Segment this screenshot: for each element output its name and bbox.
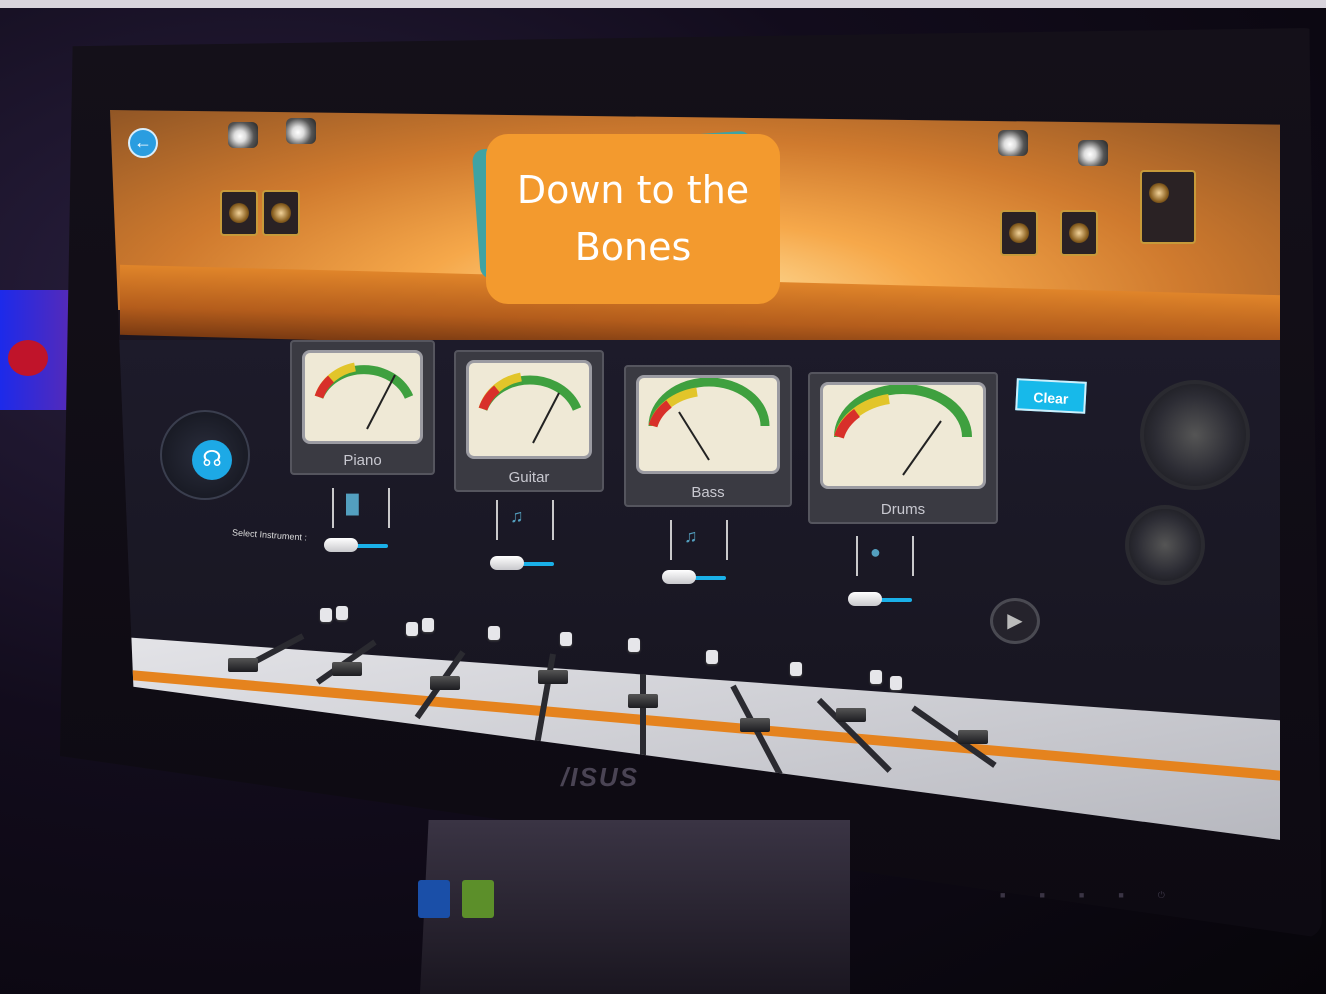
piano-toggle[interactable] bbox=[324, 538, 390, 552]
hardware-button[interactable]: ■ bbox=[1039, 890, 1044, 901]
spotlight-icon bbox=[286, 118, 316, 144]
vu-meter-gauge-icon bbox=[648, 378, 770, 461]
mixer-knob[interactable] bbox=[870, 670, 882, 684]
guitar-toggle[interactable] bbox=[490, 556, 556, 570]
mixer-knob[interactable] bbox=[336, 606, 348, 620]
hardware-button[interactable]: ■ bbox=[1000, 890, 1005, 901]
mixer-fader[interactable] bbox=[228, 658, 258, 672]
nvidia-sticker bbox=[462, 880, 494, 918]
drums-toggle[interactable] bbox=[848, 592, 914, 606]
speaker-icon bbox=[1140, 170, 1196, 244]
instrument-guitar: Guitar bbox=[454, 350, 604, 492]
vu-meter-frame: Bass bbox=[624, 365, 792, 507]
play-icon: ▶ bbox=[1007, 610, 1023, 632]
hardware-button[interactable]: ■ bbox=[1118, 890, 1123, 901]
speaker-icon bbox=[1125, 505, 1205, 585]
bass-toggle[interactable] bbox=[662, 570, 728, 584]
piano-icon[interactable]: █ bbox=[332, 488, 390, 528]
mixer-knob[interactable] bbox=[406, 622, 418, 636]
mixer-fader[interactable] bbox=[538, 670, 568, 684]
vu-meter-gauge-icon bbox=[478, 372, 582, 444]
mixer-fader[interactable] bbox=[958, 730, 988, 744]
instrument-label: Bass bbox=[691, 484, 725, 501]
mixer-knob[interactable] bbox=[422, 618, 434, 632]
mixer-fader[interactable] bbox=[430, 676, 460, 690]
power-icon[interactable]: ⏻ bbox=[1158, 890, 1165, 901]
mixer-knob[interactable] bbox=[790, 662, 802, 676]
instrument-drums: Drums bbox=[808, 372, 998, 524]
mixer-fader[interactable] bbox=[740, 718, 770, 732]
speaker-icon bbox=[220, 190, 258, 236]
monitor-hardware-buttons: ■ ■ ■ ■ ⏻ bbox=[1000, 890, 1165, 901]
mixer-knob[interactable] bbox=[560, 632, 572, 646]
drum-kit-icon[interactable]: ● bbox=[856, 536, 914, 576]
speaker-icon bbox=[262, 190, 300, 236]
mixer-knob[interactable] bbox=[890, 676, 902, 690]
back-button[interactable]: ← bbox=[128, 128, 158, 158]
piano-icon-glyph: █ bbox=[346, 494, 359, 514]
vu-meter bbox=[466, 360, 592, 460]
drum-kit-icon-glyph: ● bbox=[870, 542, 881, 562]
monitor-stickers bbox=[418, 880, 494, 918]
bass-guitar-icon[interactable]: ♫ bbox=[670, 520, 728, 560]
arrow-left-icon: ← bbox=[134, 132, 152, 152]
instrument-label: Guitar bbox=[508, 469, 550, 486]
mixer-knob[interactable] bbox=[320, 608, 332, 622]
instrument-label: Piano bbox=[343, 452, 382, 469]
monitor-brand-logo: /ISUS bbox=[561, 762, 639, 792]
vu-meter bbox=[636, 375, 780, 475]
headphones-icon: ☊ bbox=[202, 446, 222, 471]
mixer-fader[interactable] bbox=[836, 708, 866, 722]
top-strip bbox=[0, 0, 1326, 8]
vu-meter-gauge-icon bbox=[314, 362, 414, 430]
vu-meter-frame: Piano bbox=[290, 340, 435, 475]
mixer-knob[interactable] bbox=[488, 626, 500, 640]
instrument-label: Drums bbox=[880, 501, 926, 518]
instrument-bass: Bass bbox=[624, 365, 792, 507]
mixer-fader[interactable] bbox=[332, 662, 362, 676]
speaker-icon bbox=[1140, 380, 1250, 490]
intel-sticker bbox=[418, 880, 450, 918]
vu-meter-frame: Drums bbox=[808, 372, 998, 524]
hardware-button[interactable]: ■ bbox=[1079, 890, 1084, 901]
mixer-knob[interactable] bbox=[628, 638, 640, 652]
mixer-knob[interactable] bbox=[706, 650, 718, 664]
vu-meter bbox=[820, 382, 986, 489]
guitar-icon-glyph: ♫ bbox=[510, 506, 524, 526]
spotlight-icon bbox=[998, 130, 1028, 156]
spotlight-icon bbox=[1078, 140, 1108, 166]
page-title: Down to the Bones bbox=[486, 134, 780, 304]
mixer-fader[interactable] bbox=[628, 694, 658, 708]
bass-guitar-icon-glyph: ♫ bbox=[684, 526, 698, 546]
play-button[interactable]: ▶ bbox=[990, 598, 1040, 644]
vu-meter-gauge-icon bbox=[834, 384, 972, 476]
speaker-icon bbox=[1000, 210, 1038, 256]
vu-meter bbox=[302, 350, 423, 445]
vu-meter-frame: Guitar bbox=[454, 350, 604, 492]
guitar-icon[interactable]: ♫ bbox=[496, 500, 554, 540]
instrument-piano: Piano bbox=[290, 340, 435, 475]
speaker-icon bbox=[1060, 210, 1098, 256]
spotlight-icon bbox=[228, 122, 258, 148]
headphones-button[interactable]: ☊ bbox=[192, 440, 232, 480]
background-object bbox=[8, 340, 48, 376]
clear-button[interactable]: Clear bbox=[1015, 378, 1087, 414]
